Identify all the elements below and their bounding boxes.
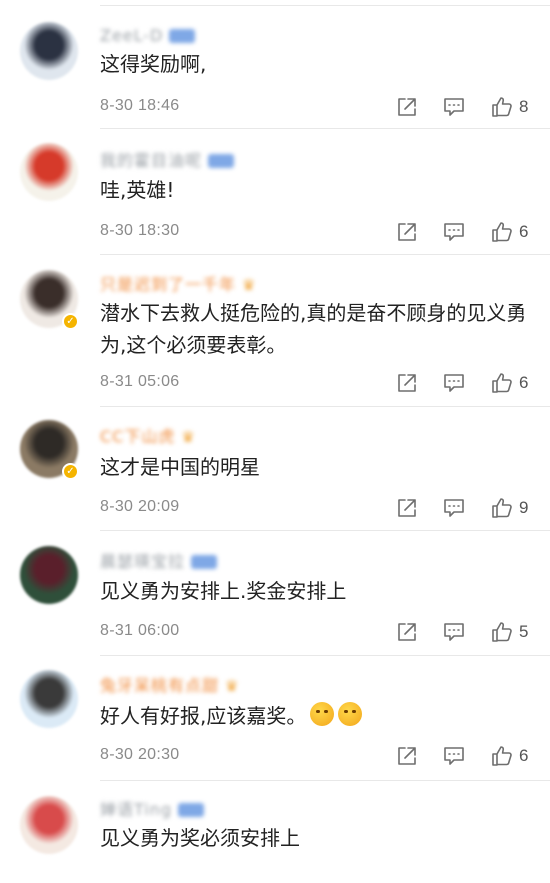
comment-separator <box>100 406 550 407</box>
face-emoji <box>310 702 335 726</box>
reply-icon[interactable] <box>442 371 466 395</box>
comment-actions: 9 <box>395 496 540 520</box>
username-text: ZeeL-D <box>100 25 164 45</box>
avatar[interactable] <box>20 670 78 728</box>
verified-badge-icon: ✓ <box>62 463 79 480</box>
thumbs-up-icon[interactable] <box>490 220 514 244</box>
reply-icon[interactable] <box>442 496 466 520</box>
crown-badge-icon: ♛ <box>181 427 196 446</box>
username[interactable]: 只是迟到了一千年 ♛ <box>100 273 262 295</box>
share-icon[interactable] <box>395 220 419 244</box>
comment-text-content: 潜水下去救人挺危险的,真的是奋不顾身的见义勇为,这个必须要表彰。 <box>100 301 527 357</box>
username-text: 婵语Ting <box>100 799 173 819</box>
vip-badge-icon <box>169 28 196 43</box>
comment-text: 这得奖励啊, <box>100 48 532 80</box>
comment-timestamp: 8-30 18:46 <box>100 97 180 114</box>
comment-text-content: 这才是中国的明星 <box>100 455 260 479</box>
username-text: CC下山虎 <box>100 426 176 446</box>
comment-text-content: 好人有好报,应该嘉奖。 <box>100 704 307 728</box>
comment-text-content: 见义勇为安排上.奖金安排上 <box>100 579 347 603</box>
face-emoji <box>338 702 363 726</box>
comment-separator <box>100 530 550 531</box>
crown-badge-icon: ♛ <box>225 676 240 695</box>
comment-separator <box>100 655 550 656</box>
thumbs-up-icon[interactable] <box>490 371 514 395</box>
username-text: 我的霍目油呢 <box>100 150 203 170</box>
comment-timestamp: 8-31 06:00 <box>100 622 180 639</box>
avatar[interactable] <box>20 546 78 604</box>
username[interactable]: 我的霍目油呢 <box>100 149 235 171</box>
comment-text: 见义勇为奖必须安排上 <box>100 822 532 854</box>
thumbs-up-icon[interactable] <box>490 95 514 119</box>
avatar[interactable] <box>20 796 78 854</box>
share-icon[interactable] <box>395 620 419 644</box>
like-count: 6 <box>519 373 529 392</box>
comment-text: 见义勇为安排上.奖金安排上 <box>100 575 532 607</box>
username-text: 兔牙呆桃有点甜 <box>100 675 220 695</box>
comment-timestamp: 8-31 05:06 <box>100 373 180 390</box>
comment-text-content: 哇,英雄! <box>100 178 175 202</box>
like-count: 8 <box>519 97 529 116</box>
share-icon[interactable] <box>395 95 419 119</box>
comment-actions: 6 <box>395 744 540 768</box>
reply-icon[interactable] <box>442 744 466 768</box>
comment-text-content: 这得奖励啊, <box>100 52 207 76</box>
thumbs-up-icon[interactable] <box>490 496 514 520</box>
username[interactable]: ZeeL-D <box>100 24 196 46</box>
username-text: 晨瑟瑛宝拉 <box>100 551 186 571</box>
reply-icon[interactable] <box>442 95 466 119</box>
share-icon[interactable] <box>395 744 419 768</box>
like-count: 6 <box>519 222 529 241</box>
comment-actions: 6 <box>395 220 540 244</box>
comment-timestamp: 8-30 20:30 <box>100 746 180 763</box>
thumbs-up-icon[interactable] <box>490 620 514 644</box>
comment-text: 哇,英雄! <box>100 174 532 206</box>
share-icon[interactable] <box>395 496 419 520</box>
comment-actions: 6 <box>395 371 540 395</box>
comment-timestamp: 8-30 20:09 <box>100 498 180 515</box>
comment-text: 潜水下去救人挺危险的,真的是奋不顾身的见义勇为,这个必须要表彰。 <box>100 297 532 361</box>
comment-text-content: 见义勇为奖必须安排上 <box>100 826 300 850</box>
share-icon[interactable] <box>395 371 419 395</box>
comment-separator <box>100 128 550 129</box>
comment-text: 好人有好报,应该嘉奖。 <box>100 700 532 732</box>
verified-badge-icon: ✓ <box>62 313 79 330</box>
comment-text: 这才是中国的明星 <box>100 451 532 483</box>
username-text: 只是迟到了一千年 <box>100 274 237 294</box>
like-count: 5 <box>519 622 529 641</box>
comment-actions: 8 <box>395 95 540 119</box>
comment-separator <box>100 780 550 781</box>
comment-timestamp: 8-30 18:30 <box>100 222 180 239</box>
avatar[interactable] <box>20 143 78 201</box>
username[interactable]: 婵语Ting <box>100 798 205 820</box>
like-count: 9 <box>519 498 529 517</box>
reply-icon[interactable] <box>442 620 466 644</box>
username[interactable]: CC下山虎 ♛ <box>100 425 201 447</box>
username[interactable]: 晨瑟瑛宝拉 <box>100 550 218 572</box>
vip-badge-icon <box>191 554 218 569</box>
comment-separator <box>100 254 550 255</box>
like-count: 6 <box>519 746 529 765</box>
vip-badge-icon <box>178 802 205 817</box>
thumbs-up-icon[interactable] <box>490 744 514 768</box>
crown-badge-icon: ♛ <box>242 275 257 294</box>
comment-actions: 5 <box>395 620 540 644</box>
vip-badge-icon <box>208 153 235 168</box>
reply-icon[interactable] <box>442 220 466 244</box>
comment-separator <box>100 5 550 6</box>
username[interactable]: 兔牙呆桃有点甜 ♛ <box>100 674 245 696</box>
avatar[interactable] <box>20 22 78 80</box>
